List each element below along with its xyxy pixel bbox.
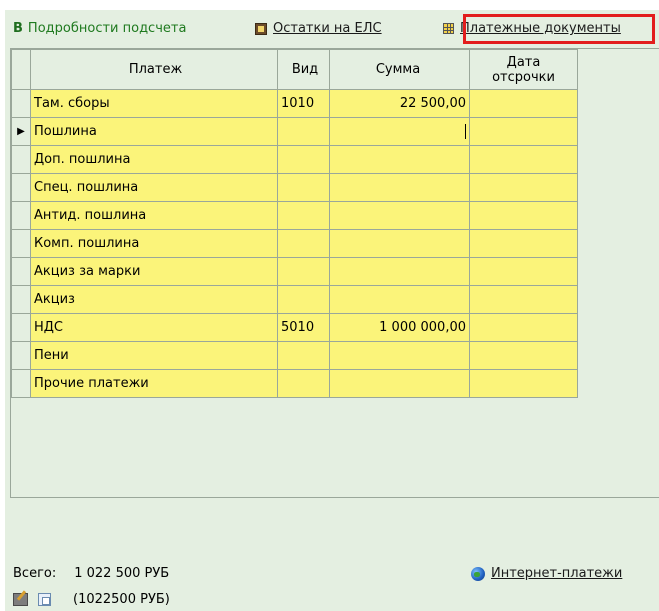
table-row[interactable]: Прочие платежи [11, 369, 578, 398]
table-row[interactable]: Акциз [11, 285, 578, 314]
bottom-bar: (1022500 РУБ) [13, 591, 170, 609]
cell-name[interactable]: НДС [30, 313, 278, 342]
table-row[interactable]: ▶ Пошлина [11, 117, 578, 146]
cell-name[interactable]: Акциз [30, 285, 278, 314]
cell-kind[interactable] [277, 117, 330, 146]
cell-name[interactable]: Комп. пошлина [30, 229, 278, 258]
cell-kind[interactable] [277, 229, 330, 258]
globe-icon [471, 566, 485, 581]
total-amount: 1 022 500 РУБ [74, 566, 170, 581]
total-area: Всего: 1 022 500 РУБ [13, 565, 169, 583]
cell-name[interactable]: Доп. пошлина [30, 145, 278, 174]
cell-kind[interactable] [277, 257, 330, 286]
date-header-line2: отсрочки [492, 69, 555, 85]
balance-link[interactable]: Остатки на ЕЛС [255, 20, 382, 38]
cell-date[interactable] [469, 173, 578, 202]
column-header-date[interactable]: Дата отсрочки [469, 49, 578, 90]
cell-sum[interactable] [329, 341, 470, 370]
copy-icon[interactable] [38, 593, 51, 606]
internet-payments-label: Интернет-платежи [491, 566, 623, 581]
payments-table: Платеж Вид Сумма Дата отсрочки Там. сборы… [11, 49, 578, 398]
cell-date[interactable] [469, 257, 578, 286]
highlight-box [463, 14, 655, 44]
table-row[interactable]: Пени [11, 341, 578, 370]
cell-kind[interactable] [277, 341, 330, 370]
cell-kind[interactable] [277, 173, 330, 202]
table-row[interactable]: Там. сборы 1010 22 500,00 [11, 89, 578, 118]
cell-kind[interactable] [277, 285, 330, 314]
cell-sum[interactable] [329, 145, 470, 174]
details-label: Подробности подсчета [27, 21, 187, 36]
cell-sum[interactable] [329, 201, 470, 230]
cell-name[interactable]: Пени [30, 341, 278, 370]
cell-name[interactable]: Акциз за марки [30, 257, 278, 286]
cell-date[interactable] [469, 285, 578, 314]
row-indicator [11, 257, 31, 286]
cell-sum[interactable] [329, 229, 470, 258]
text-caret [465, 124, 466, 139]
indicator-header [11, 49, 31, 90]
date-header-line1: Дата [506, 54, 541, 70]
grid-icon [443, 23, 454, 34]
cell-kind[interactable] [277, 145, 330, 174]
cell-name[interactable]: Прочие платежи [30, 369, 278, 398]
row-indicator [11, 369, 31, 398]
ledger-icon [255, 22, 267, 35]
cell-name[interactable]: Пошлина [30, 117, 278, 146]
table-row[interactable]: Спец. пошлина [11, 173, 578, 202]
table-row[interactable]: Антид. пошлина [11, 201, 578, 230]
cell-date[interactable] [469, 341, 578, 370]
cell-sum[interactable] [329, 369, 470, 398]
edit-icon[interactable] [13, 593, 28, 606]
cell-name[interactable]: Спец. пошлина [30, 173, 278, 202]
row-indicator [11, 201, 31, 230]
cell-kind[interactable] [277, 201, 330, 230]
cell-sum[interactable] [329, 117, 470, 146]
cell-kind[interactable] [277, 369, 330, 398]
toolbar: B Подробности подсчета Остатки на ЕЛС Пла… [5, 10, 659, 48]
column-header-kind[interactable]: Вид [277, 49, 330, 90]
cell-sum[interactable] [329, 257, 470, 286]
table-row[interactable]: НДС 5010 1 000 000,00 [11, 313, 578, 342]
table-row[interactable]: Комп. пошлина [11, 229, 578, 258]
row-indicator [11, 89, 31, 118]
row-indicator [11, 173, 31, 202]
cell-date[interactable] [469, 201, 578, 230]
cell-kind[interactable]: 5010 [277, 313, 330, 342]
row-indicator [11, 341, 31, 370]
payment-panel: B Подробности подсчета Остатки на ЕЛС Пла… [5, 10, 659, 611]
table-row[interactable]: Доп. пошлина [11, 145, 578, 174]
row-indicator [11, 229, 31, 258]
internet-payments-link[interactable]: Интернет-платежи [471, 565, 622, 583]
payments-grid: Платеж Вид Сумма Дата отсрочки Там. сборы… [10, 48, 659, 498]
cell-date[interactable] [469, 117, 578, 146]
cell-date[interactable] [469, 369, 578, 398]
details-b-icon: B [13, 21, 23, 36]
column-header-sum[interactable]: Сумма [329, 49, 470, 90]
cell-name[interactable]: Там. сборы [30, 89, 278, 118]
total-label: Всего: [13, 566, 57, 581]
cell-sum[interactable] [329, 173, 470, 202]
cell-name[interactable]: Антид. пошлина [30, 201, 278, 230]
column-header-name[interactable]: Платеж [30, 49, 278, 90]
details-link[interactable]: B Подробности подсчета [13, 20, 186, 38]
cell-sum[interactable] [329, 285, 470, 314]
cell-date[interactable] [469, 145, 578, 174]
row-indicator [11, 285, 31, 314]
cell-kind[interactable]: 1010 [277, 89, 330, 118]
row-indicator [11, 145, 31, 174]
cell-sum[interactable]: 22 500,00 [329, 89, 470, 118]
balance-label: Остатки на ЕЛС [273, 21, 382, 36]
header-row: Платеж Вид Сумма Дата отсрочки [11, 49, 578, 90]
cell-date[interactable] [469, 89, 578, 118]
table-row[interactable]: Акциз за марки [11, 257, 578, 286]
sub-total: (1022500 РУБ) [73, 592, 170, 607]
cell-date[interactable] [469, 313, 578, 342]
cell-sum[interactable]: 1 000 000,00 [329, 313, 470, 342]
cell-date[interactable] [469, 229, 578, 258]
row-indicator: ▶ [11, 117, 31, 146]
row-indicator [11, 313, 31, 342]
